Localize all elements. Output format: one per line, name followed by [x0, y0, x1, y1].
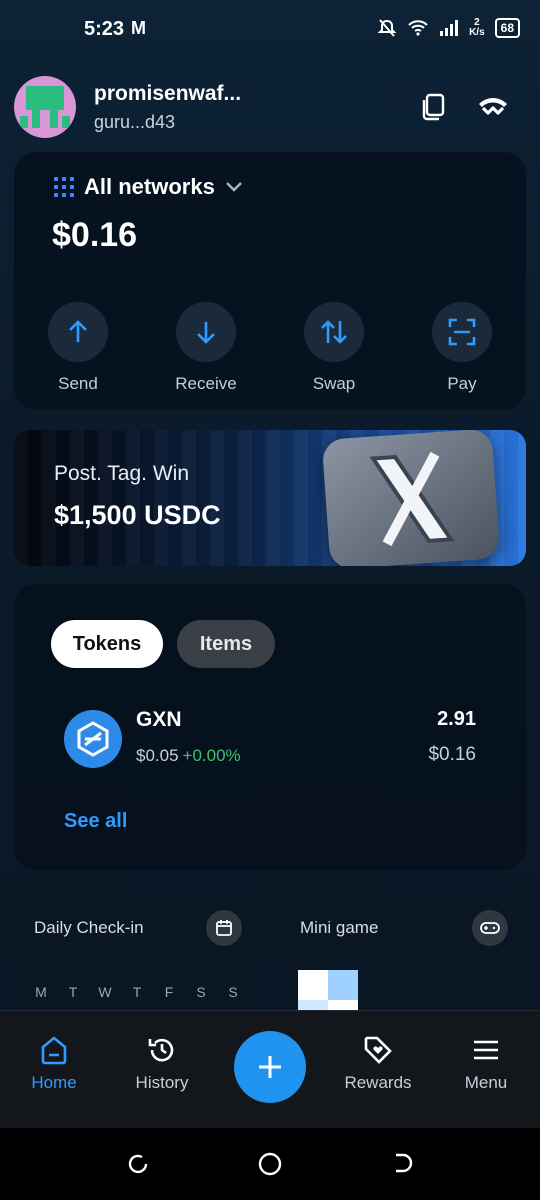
nav-menu-label: Menu	[464, 1073, 508, 1092]
send-button[interactable]: Send	[14, 302, 142, 394]
username[interactable]: promisenwaf...	[94, 82, 241, 106]
weekday-row: M T W T F S S	[34, 984, 240, 1000]
network-speed: 2 K/s	[469, 18, 485, 38]
mute-bell-icon	[377, 19, 397, 37]
see-all-link[interactable]: See all	[64, 810, 127, 833]
back-icon[interactable]	[388, 1150, 416, 1178]
scan-icon	[432, 302, 492, 362]
token-price: $0.05	[136, 746, 179, 765]
add-button[interactable]	[234, 1031, 306, 1103]
network-speed-unit: K/s	[469, 27, 485, 38]
status-time: 5:23	[84, 18, 125, 40]
swap-icon	[304, 302, 364, 362]
signal-icon	[440, 20, 459, 36]
calendar-icon[interactable]	[206, 910, 242, 946]
wifi-icon	[408, 20, 428, 36]
mail-notification-icon: M	[131, 18, 146, 38]
gamepad-icon[interactable]	[472, 910, 508, 946]
pay-label: Pay	[447, 374, 477, 393]
history-icon	[148, 1038, 174, 1062]
day-sunday: S	[228, 984, 238, 1000]
mini-game-title: Mini game	[300, 918, 379, 937]
home-system-icon[interactable]	[256, 1150, 284, 1178]
day-monday: M	[35, 984, 47, 1000]
menu-icon	[474, 1040, 498, 1060]
banner-headline: Post. Tag. Win	[54, 462, 190, 485]
token-value: $0.16	[428, 744, 476, 765]
day-tuesday: T	[68, 984, 78, 1000]
grid-icon	[54, 177, 74, 197]
rewards-tag-icon	[364, 1036, 392, 1064]
nav-rewards[interactable]: Rewards	[328, 1035, 428, 1093]
receive-label: Receive	[175, 374, 237, 393]
wallet-address[interactable]: guru...d43	[94, 112, 175, 133]
plus-icon	[259, 1056, 281, 1078]
pay-button[interactable]: Pay	[398, 302, 526, 394]
recents-icon[interactable]	[124, 1150, 152, 1178]
day-friday: F	[164, 984, 174, 1000]
arrow-up-icon	[48, 302, 108, 362]
nav-home[interactable]: Home	[4, 1035, 104, 1093]
send-label: Send	[58, 374, 98, 393]
status-icons: 2 K/s 68	[377, 18, 520, 38]
daily-checkin-title: Daily Check-in	[34, 918, 144, 937]
promo-banner[interactable]: Post. Tag. Win $1,500 USDC	[14, 430, 526, 566]
avatar[interactable]	[14, 76, 76, 138]
day-saturday: S	[196, 984, 206, 1000]
bottom-navigation: Home History Rewards Menu	[0, 1010, 540, 1128]
receive-button[interactable]: Receive	[142, 302, 270, 394]
copy-icon[interactable]	[416, 90, 450, 124]
nav-home-label: Home	[31, 1073, 77, 1092]
tab-items[interactable]: Items	[177, 620, 275, 668]
nav-menu[interactable]: Menu	[436, 1035, 536, 1093]
token-name: GXN	[136, 708, 182, 731]
nav-rewards-label: Rewards	[344, 1073, 412, 1092]
status-bar: 5:23 M 2 K/s 68	[0, 0, 540, 62]
wallet-header: promisenwaf... guru...d43	[14, 76, 526, 138]
chevron-down-icon	[225, 182, 242, 192]
nav-history-label: History	[135, 1073, 189, 1092]
walletconnect-icon[interactable]	[476, 90, 510, 124]
total-balance: $0.16	[52, 216, 138, 254]
action-row: Send Receive Swap Pay	[14, 302, 526, 394]
balance-card: All networks $0.16 Send Receive Swap Pay	[14, 152, 526, 410]
banner-prize: $1,500 USDC	[54, 500, 221, 530]
tab-tokens[interactable]: Tokens	[51, 620, 163, 668]
network-label: All networks	[84, 174, 215, 199]
gxn-token-icon	[64, 710, 122, 768]
arrow-down-icon	[176, 302, 236, 362]
day-thursday: T	[132, 984, 142, 1000]
network-selector[interactable]: All networks	[54, 174, 243, 200]
swap-label: Swap	[312, 374, 356, 393]
token-quantity: 2.91	[437, 708, 476, 730]
home-icon	[41, 1036, 67, 1065]
token-price-line: $0.05 +0.00%	[136, 746, 241, 766]
system-navigation-bar	[0, 1128, 540, 1200]
nav-history[interactable]: History	[112, 1035, 212, 1093]
swap-button[interactable]: Swap	[270, 302, 398, 394]
assets-card: Tokens Items GXN $0.05 +0.00% 2.91 $0.16 …	[14, 584, 526, 870]
token-row-gxn[interactable]: GXN $0.05 +0.00% 2.91 $0.16	[64, 708, 480, 772]
token-change: +0.00%	[182, 746, 241, 765]
x-logo-icon	[321, 430, 501, 566]
battery-indicator: 68	[494, 18, 520, 38]
day-wednesday: W	[98, 984, 112, 1000]
